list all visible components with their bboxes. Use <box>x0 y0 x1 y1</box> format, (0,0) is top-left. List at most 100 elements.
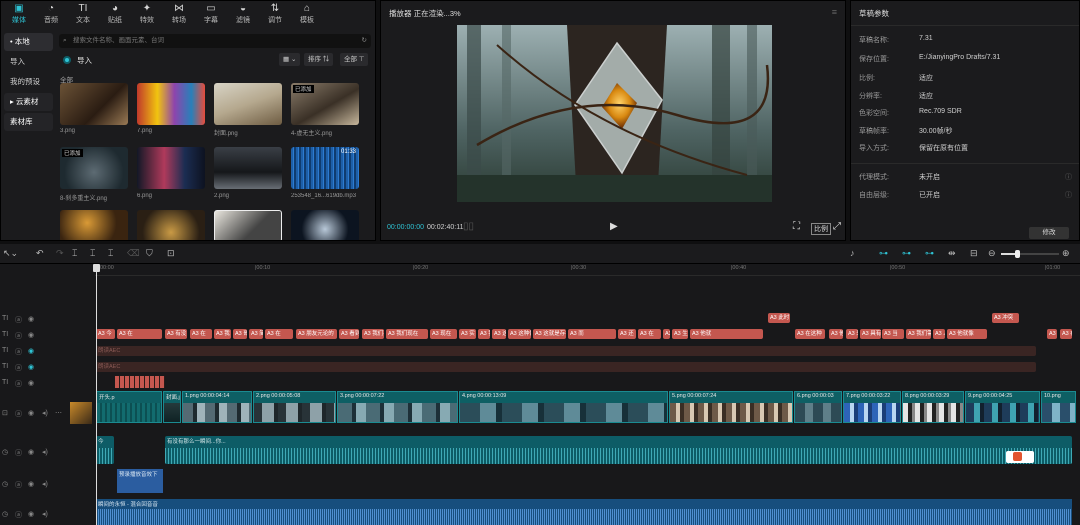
preview-axis-icon[interactable]: ⇹ <box>948 248 956 259</box>
lock-icon[interactable]: ⓐ <box>15 331 22 341</box>
media-thumb[interactable] <box>137 83 205 125</box>
text-segment[interactable]: A3 当 <box>882 329 904 339</box>
nav-local[interactable]: • 本地 <box>4 33 53 51</box>
video-clip[interactable]: 7.png 00:00:03:22 <box>843 391 901 423</box>
play-button[interactable]: ▶ <box>610 221 618 232</box>
eye-icon[interactable]: ◉ <box>28 480 34 488</box>
text-segment[interactable]: A3 这就是存在主义 <box>533 329 566 339</box>
text-segment[interactable]: A3 我们不可 <box>362 329 384 339</box>
text-segment[interactable]: A3 在 <box>638 329 661 339</box>
media-thumb-audio[interactable]: 01:33 <box>291 147 359 189</box>
volume-icon[interactable]: ◂) <box>42 510 48 518</box>
eye-icon[interactable]: ◉ <box>28 315 34 323</box>
video-clip[interactable]: 1.png 00:00:04:14 <box>182 391 252 423</box>
audio-clip-bgm[interactable]: 瞬间的永恒 - 混合回音音 <box>96 499 1072 525</box>
tab-transition[interactable]: ⋈ 转场 <box>163 1 195 27</box>
split-left-icon[interactable]: ⌶ <box>90 248 95 259</box>
lock-icon[interactable]: ⓐ <box>15 480 22 490</box>
nav-import[interactable]: 导入 <box>4 53 53 71</box>
audio-clip[interactable]: 有没有那么一瞬间...你... <box>165 436 1072 464</box>
media-thumb[interactable] <box>214 210 282 240</box>
split-right-icon[interactable]: ⌶ <box>108 248 113 259</box>
view-toggle[interactable]: ▦ ⌄ <box>279 53 301 66</box>
zoom-out-icon[interactable]: ⊖ <box>988 248 996 259</box>
nav-cloud[interactable]: ▸ 云素材 <box>4 93 53 111</box>
edit-button[interactable]: 修改 <box>1029 227 1069 239</box>
media-thumb[interactable] <box>137 210 205 240</box>
tab-effects[interactable]: ✦ 特效 <box>131 1 163 27</box>
tab-template[interactable]: ⌂ 模板 <box>291 1 323 27</box>
lock-icon[interactable]: ⓐ <box>15 448 22 458</box>
lock-icon[interactable]: ⓐ <box>15 363 22 373</box>
video-clip[interactable]: 3.png 00:00:07:22 <box>337 391 458 423</box>
tab-adjust[interactable]: ⇅ 调节 <box>259 1 291 27</box>
redo-icon[interactable]: ↷ <box>56 248 64 259</box>
tab-filter[interactable]: ◒ 滤镜 <box>227 1 259 27</box>
time-ruler[interactable]: 00:00 |00:10 |00:20 |00:30 |00:40 |00:50… <box>95 264 1080 276</box>
tab-subtitle[interactable]: ▭ 字幕 <box>195 1 227 27</box>
text-track-dimmed[interactable]: 朗读AEC <box>96 362 1036 372</box>
media-thumb[interactable]: 已添加 <box>291 83 359 125</box>
filter-all-button[interactable]: 全部 ⊤ <box>340 53 369 66</box>
split-icon[interactable]: ⌶ <box>72 248 77 259</box>
text-segment[interactable]: A3 朋友元论的 <box>296 329 337 339</box>
text-segment[interactable]: A3 看到 <box>339 329 359 339</box>
text-segment[interactable]: A3 他 <box>829 329 843 339</box>
video-clip[interactable]: 10.png <box>1041 391 1076 423</box>
volume-icon[interactable]: ◂) <box>42 448 48 456</box>
video-clip[interactable]: 5.png 00:00:07:24 <box>669 391 793 423</box>
eye-icon[interactable]: ◉ <box>28 510 34 518</box>
media-thumb[interactable] <box>214 83 282 125</box>
fullscreen-icon[interactable]: ⤢ <box>833 221 841 232</box>
tab-sticker[interactable]: ◕ 贴纸 <box>99 1 131 27</box>
import-button[interactable]: 导入 <box>63 55 92 66</box>
text-segment[interactable]: A3 在 <box>265 329 293 339</box>
eye-icon[interactable]: ◉ <box>28 448 34 456</box>
lock-icon[interactable]: ⓐ <box>15 315 22 325</box>
text-segment[interactable]: A3 在这种 <box>795 329 825 339</box>
eye-icon[interactable]: ◉ <box>28 379 34 387</box>
text-segment[interactable]: A3 我 <box>214 329 231 339</box>
text-segment[interactable]: A3 生而在20世纪 <box>672 329 688 339</box>
lock-icon[interactable]: ⓐ <box>15 409 22 419</box>
video-clip[interactable]: 封面.j <box>163 391 181 423</box>
eye-off-icon[interactable]: ◉ <box>28 347 34 355</box>
marker-icon[interactable]: ⛉ <box>146 248 153 259</box>
text-track-dimmed[interactable]: 朗读AEC <box>96 346 1036 356</box>
video-clip[interactable]: 9.png 00:00:04:25 <box>965 391 1040 423</box>
media-thumb[interactable] <box>214 147 282 189</box>
eye-off-icon[interactable]: ◉ <box>28 363 34 371</box>
fit-timeline-icon[interactable]: ⊟ <box>970 248 978 259</box>
text-segment[interactable]: A3 这是 <box>492 329 506 339</box>
text-segment[interactable]: A3 人 <box>933 329 945 339</box>
media-thumb[interactable] <box>60 83 128 125</box>
info-icon[interactable]: ⓘ <box>1065 190 1072 200</box>
text-segment[interactable]: A3 简单的一 <box>249 329 263 339</box>
video-clip[interactable]: 4.png 00:00:13:09 <box>459 391 668 423</box>
video-clip[interactable]: 开头.p <box>96 391 162 423</box>
text-segment[interactable]: A3 有没 <box>165 329 187 339</box>
text-segment[interactable]: A3 在 <box>117 329 162 339</box>
magnet-icon[interactable]: ⊶ <box>902 248 911 259</box>
text-segment[interactable]: A3 他就 <box>690 329 763 339</box>
media-thumb[interactable]: 已添加 <box>60 147 128 189</box>
tab-media[interactable]: ▣ 媒体 <box>3 1 35 27</box>
search-input[interactable]: ⌕ 搜索文件名称、画面元素、台词 ↻ <box>59 34 371 48</box>
select-tool-icon[interactable]: ↖⌄ <box>3 248 18 259</box>
text-segment[interactable]: A3 具有 <box>860 329 881 339</box>
nav-library[interactable]: 素材库 <box>4 113 53 131</box>
tab-text[interactable]: TI 文本 <box>67 1 99 27</box>
link-icon[interactable]: ⊶ <box>879 248 888 259</box>
media-thumb[interactable] <box>291 210 359 240</box>
text-segment[interactable]: A3 实 <box>459 329 476 339</box>
cover-thumbnail[interactable] <box>70 402 92 424</box>
text-segment[interactable]: A3 但 <box>1047 329 1057 339</box>
text-segment[interactable]: A3 他就像 <box>947 329 987 339</box>
volume-icon[interactable]: ◂) <box>42 409 48 417</box>
timeline-mode-icon[interactable]: ▯▯ <box>463 221 474 232</box>
eye-icon[interactable]: ◉ <box>28 331 34 339</box>
audio-clip-sfx[interactable]: 预录播放音效下 <box>117 469 163 493</box>
text-segment[interactable]: A3 在刚 <box>663 329 670 339</box>
tab-audio[interactable]: ◔ 音频 <box>35 1 67 27</box>
lock-icon[interactable]: ⓐ <box>15 347 22 357</box>
